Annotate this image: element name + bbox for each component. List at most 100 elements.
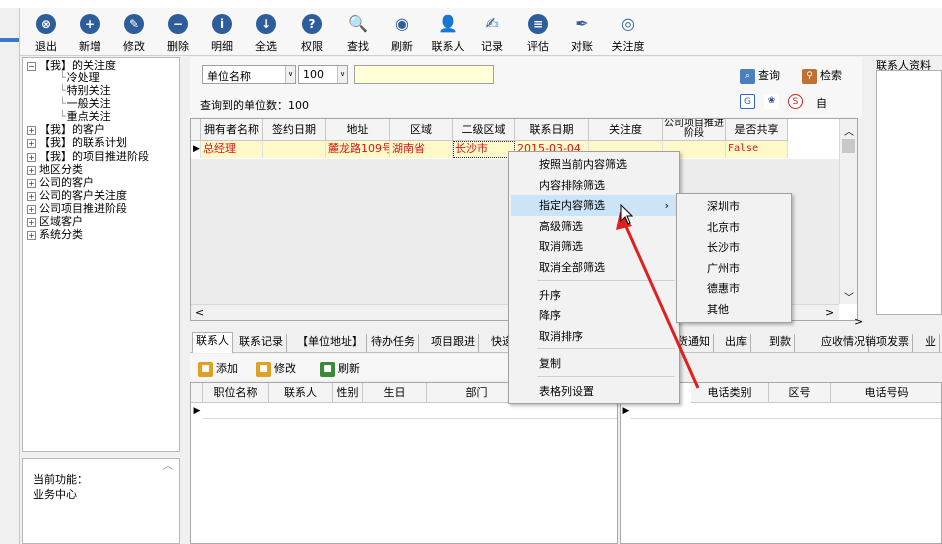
- toolbar-button-9[interactable]: 👤 联系人: [426, 8, 470, 56]
- tab-1[interactable]: 联系记录: [236, 334, 287, 352]
- phone-header-1[interactable]: 区号: [769, 383, 831, 403]
- grid-header-1[interactable]: 签约日期: [263, 119, 326, 141]
- toolbar-button-6[interactable]: ? 权限: [290, 8, 334, 56]
- custom-button[interactable]: 自: [816, 95, 827, 111]
- grid-header-0[interactable]: 拥有者名称: [201, 119, 263, 141]
- expand-icon[interactable]: +: [27, 191, 36, 201]
- google-button[interactable]: G: [740, 94, 758, 109]
- toolbar-button-13[interactable]: ◎ 关注度: [606, 8, 650, 56]
- grid-cell[interactable]: [263, 141, 326, 158]
- toolbar-button-12[interactable]: ✒ 对账: [560, 8, 604, 56]
- tree-item[interactable]: + 【我】的联系计划: [27, 137, 127, 149]
- scroll-thumb[interactable]: [842, 139, 855, 153]
- grid-header-6[interactable]: 关注度: [589, 119, 663, 141]
- collapse-icon[interactable]: −: [27, 61, 36, 71]
- retrieve-button[interactable]: ⚲ 检索: [802, 67, 842, 84]
- contact-header-0[interactable]: 职位名称: [203, 383, 269, 403]
- grid-cell[interactable]: 麓龙路109号: [326, 141, 390, 158]
- tree-item[interactable]: + 地区分类: [27, 164, 83, 176]
- tab-2[interactable]: 【单位地址】: [294, 334, 367, 352]
- toolbar-button-1[interactable]: + 新增: [68, 8, 112, 56]
- expand-icon[interactable]: +: [27, 152, 36, 162]
- tree-item[interactable]: + 公司的客户: [27, 177, 94, 189]
- query-button[interactable]: ⌕ 查询: [740, 67, 780, 84]
- category-tree[interactable]: − 【我】的关注度 └冷处理 └特别关注 └一般关注 └重点关注 + 【我】的客户 + 【我】的联…: [22, 57, 180, 452]
- scroll-down-icon[interactable]: ﹀: [844, 289, 854, 304]
- expand-icon[interactable]: +: [27, 217, 36, 227]
- contact-toolbar-label: 修改: [274, 362, 296, 375]
- toolbar-button-5[interactable]: ↓ 全选: [244, 8, 288, 56]
- retrieve-icon: ⚲: [802, 68, 817, 84]
- tree-item[interactable]: + 公司项目推进阶段: [27, 203, 127, 215]
- grid-cell[interactable]: 总经理: [201, 141, 263, 158]
- tab-10[interactable]: 销项发票: [862, 334, 913, 352]
- panel-right-arrow-icon[interactable]: >: [854, 315, 863, 328]
- expand-icon[interactable]: +: [27, 165, 36, 175]
- tree-item[interactable]: + 系统分类: [27, 229, 83, 241]
- expand-icon[interactable]: +: [27, 230, 36, 240]
- grid-header-2[interactable]: 地址: [326, 119, 390, 141]
- toolbar-button-2[interactable]: ✎ 修改: [112, 8, 156, 56]
- toolbar-button-0[interactable]: ⊗ 退出: [24, 8, 68, 56]
- context-menu-item[interactable]: 内容排除筛选: [511, 175, 677, 196]
- tree-item[interactable]: + 【我】的项目推进阶段: [27, 151, 149, 163]
- tab-0[interactable]: 联系人: [192, 332, 233, 353]
- grid-cell[interactable]: 湖南省: [390, 141, 453, 158]
- scroll-left-icon[interactable]: <: [195, 306, 204, 319]
- vertical-splitter[interactable]: [182, 57, 188, 544]
- grid-header-3[interactable]: 区域: [390, 119, 453, 141]
- phone-header-2[interactable]: 电话号码: [831, 383, 941, 403]
- grid-cell[interactable]: 长沙市: [453, 141, 515, 158]
- sogou-button[interactable]: S: [788, 94, 806, 109]
- contact-header-1[interactable]: 联系人: [269, 383, 333, 403]
- tree-item[interactable]: + 【我】的客户: [27, 124, 105, 136]
- grid-vertical-scrollbar[interactable]: ︿ ﹀: [839, 119, 857, 304]
- toolbar-button-4[interactable]: i 明细: [200, 8, 244, 56]
- expand-icon[interactable]: +: [27, 178, 36, 188]
- keyword-input[interactable]: [354, 65, 494, 84]
- tab-4[interactable]: 项目跟进: [428, 334, 479, 352]
- tree-item[interactable]: └冷处理: [59, 72, 100, 84]
- tree-item[interactable]: └特别关注: [59, 85, 111, 97]
- result-count-select[interactable]: 100 ∨: [298, 65, 348, 84]
- toolbar-button-8[interactable]: ◉ 刷新: [380, 8, 424, 56]
- expand-icon[interactable]: +: [27, 204, 36, 214]
- contact-toolbar-button-1[interactable]: ■ 修改: [256, 360, 296, 377]
- grid-cell[interactable]: False: [726, 141, 788, 158]
- toolbar-button-3[interactable]: − 删除: [156, 8, 200, 56]
- contact-toolbar-button-0[interactable]: ■ 添加: [198, 360, 238, 377]
- context-menu-label: 复制: [539, 357, 561, 370]
- tree-item[interactable]: └一般关注: [59, 98, 111, 110]
- paw-button[interactable]: ❀: [764, 94, 782, 109]
- add-icon: +: [80, 14, 100, 34]
- search-field-select[interactable]: 单位名称 ∨: [202, 65, 296, 84]
- grid-header-8[interactable]: 是否共享: [726, 119, 788, 141]
- contact-empty-row[interactable]: [203, 403, 617, 419]
- scroll-up-icon[interactable]: ︿: [844, 123, 854, 138]
- grid-header-4[interactable]: 二级区域: [453, 119, 515, 141]
- scroll-right-icon[interactable]: >: [825, 306, 834, 319]
- tree-item-label: 【我】的客户: [39, 123, 105, 136]
- contact-header-3[interactable]: 生日: [363, 383, 427, 403]
- toolbar-button-11[interactable]: ≡ 评估: [516, 8, 560, 56]
- tab-3[interactable]: 待办任务: [368, 334, 419, 352]
- grid-header-5[interactable]: 联系日期: [515, 119, 589, 141]
- tree-item[interactable]: + 公司的客户关注度: [27, 190, 127, 202]
- grid-header-7[interactable]: 公司项目推进阶段: [663, 119, 726, 141]
- tree-item[interactable]: └重点关注: [59, 111, 111, 123]
- context-menu-item[interactable]: 按照当前内容筛选: [511, 154, 677, 175]
- expand-icon[interactable]: +: [27, 125, 36, 135]
- expand-icon[interactable]: +: [27, 138, 36, 148]
- phone-grid[interactable]: 电话类别 区号 电话号码 ▶: [620, 382, 942, 544]
- phone-empty-row[interactable]: [631, 403, 941, 419]
- tab-7[interactable]: 出库: [722, 334, 751, 352]
- contact-grid[interactable]: 职位名称 联系人 性别 生日 部门 ▶: [190, 382, 618, 544]
- tab-8[interactable]: 到款: [766, 334, 795, 352]
- contact-toolbar-button-2[interactable]: ■ 刷新: [320, 360, 360, 377]
- toolbar-button-10[interactable]: ✍ 记录: [470, 8, 514, 56]
- toolbar-button-7[interactable]: 🔍 查找: [336, 8, 380, 56]
- tree-item[interactable]: + 区域客户: [27, 216, 83, 228]
- collapse-chevron-icon[interactable]: ︿: [163, 457, 173, 472]
- tab-11[interactable]: 业: [922, 334, 940, 352]
- contact-header-2[interactable]: 性别: [333, 383, 363, 403]
